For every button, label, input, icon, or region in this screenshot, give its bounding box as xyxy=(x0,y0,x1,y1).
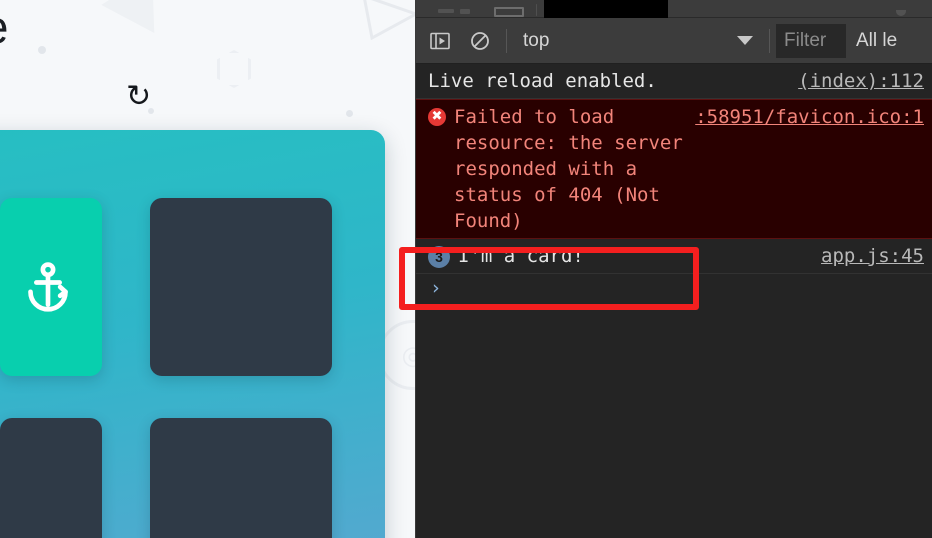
decorative-dot-1 xyxy=(38,46,46,54)
console-message-text: Live reload enabled. xyxy=(428,70,657,92)
execution-context-select[interactable]: top xyxy=(513,26,763,56)
console-message-row[interactable]: ✖ Failed to load resource: the server re… xyxy=(416,99,932,239)
devtools-tabs-divider xyxy=(536,4,537,16)
decorative-triangle-top xyxy=(101,0,179,34)
filter-placeholder: Filter xyxy=(784,29,827,51)
card-4[interactable] xyxy=(150,418,332,538)
devtools-active-tab[interactable] xyxy=(544,0,668,18)
chevron-down-icon xyxy=(737,36,753,45)
console-message-source[interactable]: :58951/favicon.ico:1 xyxy=(685,104,924,130)
devtools-top-strip xyxy=(416,0,932,18)
screenshot-root: me ↻ ◎ xyxy=(0,0,932,538)
cards-panel xyxy=(0,130,385,538)
console-message-source[interactable]: (index):112 xyxy=(788,68,924,94)
card-anchor[interactable] xyxy=(0,198,102,376)
sidebar-toggle-icon[interactable] xyxy=(423,24,457,58)
card-3[interactable] xyxy=(0,418,102,538)
decorative-hexagon xyxy=(217,50,251,88)
message-count-badge: 3 xyxy=(428,246,450,268)
devtools-device-toolbar-icon[interactable] xyxy=(494,7,524,17)
console-message-text: Failed to load resource: the server resp… xyxy=(454,106,683,232)
anchor-icon xyxy=(28,262,68,312)
devtools-panel: top Filter All le Live reload enabled. (… xyxy=(399,0,932,538)
log-level-value: All le xyxy=(856,29,898,51)
devtools-more-options-icon[interactable] xyxy=(896,10,906,16)
refresh-icon[interactable]: ↻ xyxy=(126,82,151,112)
page-title: me xyxy=(0,0,8,54)
devtools-toolbar-ghost-icon-1[interactable] xyxy=(438,9,454,13)
toolbar-divider-2 xyxy=(769,28,770,53)
console-message-text: I'm a card! xyxy=(458,245,584,267)
console-message-row[interactable]: Live reload enabled. (index):112 xyxy=(416,64,932,99)
filter-input[interactable]: Filter xyxy=(776,23,846,58)
prompt-chevron-icon: › xyxy=(430,277,442,299)
toolbar-divider-1 xyxy=(506,28,507,53)
clear-console-icon[interactable] xyxy=(463,24,497,58)
console-message-row[interactable]: 3 I'm a card! app.js:45 xyxy=(416,239,932,274)
devtools-toolbar-ghost-icon-2[interactable] xyxy=(460,9,470,14)
console-message-list[interactable]: Live reload enabled. (index):112 ✖ Faile… xyxy=(399,64,932,536)
console-message-source[interactable]: app.js:45 xyxy=(811,243,924,269)
card-2[interactable] xyxy=(150,198,332,376)
console-toolbar: top Filter All le xyxy=(416,18,932,64)
decorative-triangle-outline xyxy=(363,0,415,41)
console-prompt[interactable]: › xyxy=(416,274,932,302)
error-icon: ✖ xyxy=(428,108,446,126)
log-level-select[interactable]: All le xyxy=(846,30,897,52)
rendered-webpage: me ↻ ◎ xyxy=(0,0,415,538)
decorative-dot-2 xyxy=(346,110,353,117)
execution-context-value: top xyxy=(523,29,550,51)
